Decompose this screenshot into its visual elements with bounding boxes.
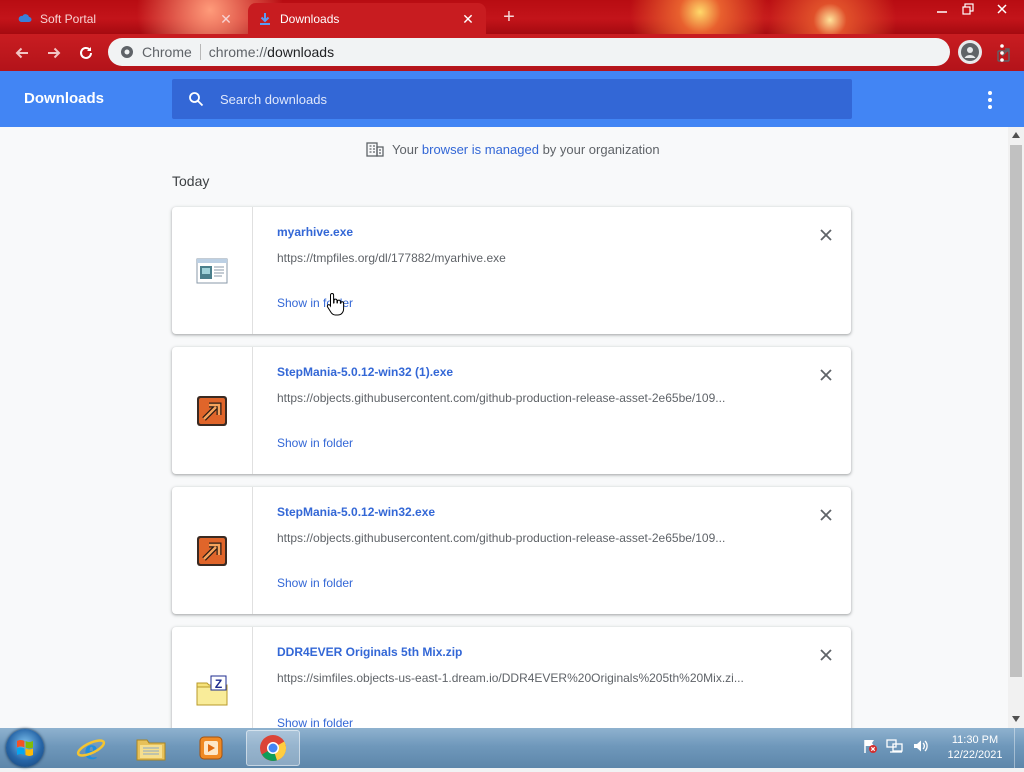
file-source-url[interactable]: https://objects.githubusercontent.com/gi… xyxy=(277,531,777,545)
file-source-url[interactable]: https://objects.githubusercontent.com/gi… xyxy=(277,391,777,405)
network-icon[interactable] xyxy=(886,738,904,754)
start-button[interactable] xyxy=(6,729,44,767)
omnibox-url[interactable]: chrome://downloads xyxy=(209,44,334,60)
chrome-icon xyxy=(260,735,287,761)
building-icon xyxy=(366,142,384,157)
taskbar-clock[interactable]: 11:30 PM 12/22/2021 xyxy=(938,733,1012,763)
reload-icon[interactable] xyxy=(73,40,99,66)
omnibox-separator xyxy=(199,44,201,60)
file-source-url[interactable]: https://tmpfiles.org/dl/177882/myarhive.… xyxy=(277,251,777,265)
url-host: downloads xyxy=(267,44,335,60)
forward-arrow-icon[interactable] xyxy=(41,40,67,66)
file-name-link[interactable]: StepMania-5.0.12-win32 (1).exe xyxy=(277,365,453,379)
browser-toolbar: Chrome chrome://downloads xyxy=(0,34,1024,71)
system-tray xyxy=(862,738,930,754)
scroll-up-arrow-icon[interactable] xyxy=(1008,127,1024,143)
window-close-icon[interactable] xyxy=(988,0,1016,18)
more-actions-icon[interactable] xyxy=(982,89,998,111)
vertical-scrollbar[interactable] xyxy=(1008,127,1024,728)
close-tab-icon[interactable]: ✕ xyxy=(460,11,476,27)
action-center-flag-icon[interactable] xyxy=(862,738,878,754)
hand-pointer-cursor-icon xyxy=(326,292,345,316)
restore-icon[interactable] xyxy=(956,0,980,18)
taskbar-internet-explorer[interactable]: e xyxy=(64,730,118,766)
search-icon[interactable] xyxy=(188,91,204,107)
close-tab-icon[interactable]: ✕ xyxy=(218,11,234,27)
taskbar-media-player[interactable] xyxy=(184,730,238,766)
file-icon-column xyxy=(172,207,253,334)
folder-library-icon xyxy=(136,739,166,761)
show-in-folder-button[interactable]: Show in folder xyxy=(277,576,353,590)
svg-text:Z: Z xyxy=(215,677,222,691)
download-item: myarhive.exe https://tmpfiles.org/dl/177… xyxy=(172,207,851,334)
show-desktop-button[interactable] xyxy=(1014,728,1024,768)
scroll-down-arrow-icon[interactable] xyxy=(1008,711,1024,727)
tab-soft-portal[interactable]: Soft Portal ✕ xyxy=(8,3,244,34)
browser-menu-icon[interactable] xyxy=(996,42,1008,64)
downloads-list: Your browser is managed by your organiza… xyxy=(0,127,1008,728)
download-item: Z DDR4EVER Originals 5th Mix.zip https:/… xyxy=(172,627,851,728)
browser-managed-link[interactable]: browser is managed xyxy=(422,142,539,157)
svg-text:e: e xyxy=(84,733,97,763)
profile-avatar-icon[interactable] xyxy=(958,40,982,64)
file-source-url[interactable]: https://simfiles.objects-us-east-1.dream… xyxy=(277,671,777,685)
file-name-link[interactable]: StepMania-5.0.12-win32.exe xyxy=(277,505,435,519)
exe-window-icon xyxy=(196,258,228,284)
date-section-heading: Today xyxy=(172,173,210,189)
file-icon-column xyxy=(172,487,253,614)
taskbar-file-explorer[interactable] xyxy=(124,730,178,766)
chrome-info-icon[interactable] xyxy=(120,45,134,59)
scrollbar-thumb[interactable] xyxy=(1010,145,1022,677)
download-item: StepMania-5.0.12-win32.exe https://objec… xyxy=(172,487,851,614)
new-tab-icon[interactable]: + xyxy=(498,6,520,28)
managed-prefix: Your xyxy=(392,141,422,157)
back-arrow-icon[interactable] xyxy=(9,40,35,66)
file-name-link[interactable]: DDR4EVER Originals 5th Mix.zip xyxy=(277,645,462,659)
remove-from-list-icon[interactable] xyxy=(816,365,836,385)
windows-taskbar: e 11:30 PM 12/22/2021 xyxy=(0,728,1024,768)
download-item: StepMania-5.0.12-win32 (1).exe https://o… xyxy=(172,347,851,474)
remove-from-list-icon[interactable] xyxy=(816,645,836,665)
zip-folder-icon: Z xyxy=(196,675,228,706)
page-title: Downloads xyxy=(24,90,105,107)
internet-explorer-icon: e xyxy=(76,733,106,763)
file-icon-column: Z xyxy=(172,627,253,728)
managed-notice: Your browser is managed by your organiza… xyxy=(366,141,660,157)
file-icon-column xyxy=(172,347,253,474)
download-favicon-icon xyxy=(260,12,270,25)
search-input[interactable] xyxy=(218,90,782,108)
remove-from-list-icon[interactable] xyxy=(816,505,836,525)
downloads-toolbar: Downloads xyxy=(0,71,1024,127)
stepmania-icon xyxy=(197,536,227,566)
remove-from-list-icon[interactable] xyxy=(816,225,836,245)
tab-downloads[interactable]: Downloads ✕ xyxy=(248,3,486,34)
omnibox-chip: Chrome xyxy=(142,44,192,60)
clock-date: 12/22/2021 xyxy=(947,749,1003,761)
volume-icon[interactable] xyxy=(912,738,930,754)
show-in-folder-button[interactable]: Show in folder xyxy=(277,436,353,450)
address-bar[interactable]: Chrome chrome://downloads xyxy=(108,38,1010,66)
stepmania-icon xyxy=(197,396,227,426)
tab-title: Soft Portal xyxy=(40,11,97,26)
taskbar-chrome[interactable] xyxy=(246,730,300,766)
file-name-link[interactable]: myarhive.exe xyxy=(277,225,353,239)
minimize-icon[interactable] xyxy=(930,0,954,18)
windows-logo-icon xyxy=(17,740,33,756)
search-downloads-box[interactable] xyxy=(172,79,852,119)
managed-suffix: by your organization xyxy=(538,141,660,157)
window-titlebar: Soft Portal ✕ Downloads ✕ + xyxy=(0,0,1024,34)
cloud-favicon-icon xyxy=(18,13,32,22)
clock-time: 11:30 PM xyxy=(951,734,999,746)
show-in-folder-button[interactable]: Show in folder xyxy=(277,716,353,728)
tab-title: Downloads xyxy=(280,11,340,26)
media-player-icon xyxy=(199,736,223,760)
url-scheme: chrome:// xyxy=(208,44,268,60)
